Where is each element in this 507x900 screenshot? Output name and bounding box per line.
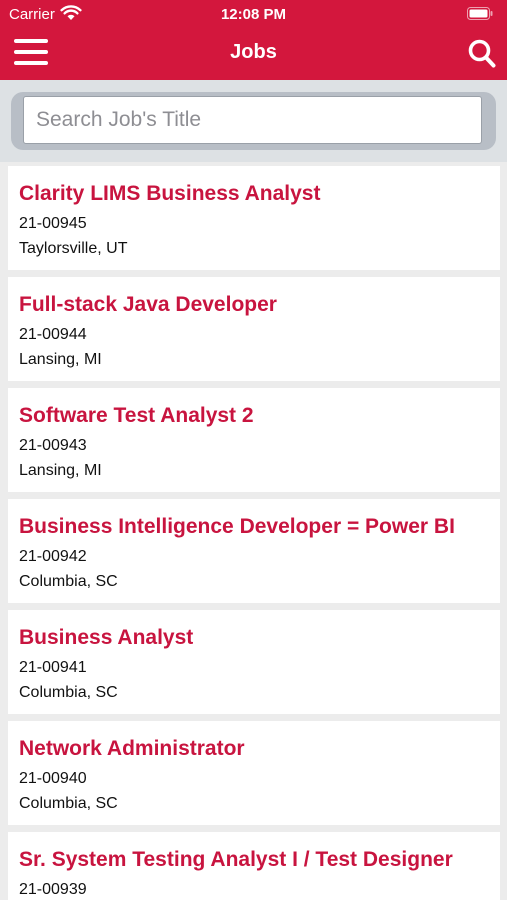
job-title: Network Administrator bbox=[19, 737, 245, 760]
job-title: Clarity LIMS Business Analyst bbox=[19, 182, 321, 205]
job-location: Columbia, SC bbox=[19, 795, 118, 812]
job-title: Business Analyst bbox=[19, 626, 194, 649]
job-card[interactable]: Business Analyst 21-00941 Columbia, SC bbox=[8, 610, 500, 714]
nav-bar: Jobs bbox=[0, 28, 507, 80]
job-title: Business Intelligence Developer = Power … bbox=[19, 515, 455, 538]
search-input[interactable] bbox=[23, 96, 482, 144]
job-id: 21-00943 bbox=[19, 437, 87, 454]
job-location: Lansing, MI bbox=[19, 351, 102, 368]
search-icon[interactable] bbox=[468, 39, 496, 69]
job-card[interactable]: Sr. System Testing Analyst I / Test Desi… bbox=[8, 832, 500, 900]
job-id: 21-00941 bbox=[19, 659, 87, 676]
search-field-frame bbox=[11, 92, 496, 150]
job-id: 21-00944 bbox=[19, 326, 87, 343]
job-id: 21-00939 bbox=[19, 881, 87, 898]
status-bar: Carrier 12:08 PM bbox=[0, 0, 507, 28]
job-card[interactable]: Software Test Analyst 2 21-00943 Lansing… bbox=[8, 388, 500, 492]
battery-icon bbox=[467, 7, 493, 20]
job-location: Lansing, MI bbox=[19, 462, 102, 479]
job-title: Sr. System Testing Analyst I / Test Desi… bbox=[19, 848, 453, 871]
job-card[interactable]: Business Intelligence Developer = Power … bbox=[8, 499, 500, 603]
job-id: 21-00940 bbox=[19, 770, 87, 787]
job-card[interactable]: Network Administrator 21-00940 Columbia,… bbox=[8, 721, 500, 825]
search-bar-container bbox=[0, 80, 507, 162]
job-id: 21-00945 bbox=[19, 215, 87, 232]
status-time: 12:08 PM bbox=[220, 6, 287, 23]
job-location: Columbia, SC bbox=[19, 684, 118, 701]
job-title: Full-stack Java Developer bbox=[19, 293, 277, 316]
page-title: Jobs bbox=[230, 41, 277, 63]
job-location: Columbia, SC bbox=[19, 573, 118, 590]
job-title: Software Test Analyst 2 bbox=[19, 404, 254, 427]
job-card[interactable]: Clarity LIMS Business Analyst 21-00945 T… bbox=[8, 166, 500, 270]
job-card[interactable]: Full-stack Java Developer 21-00944 Lansi… bbox=[8, 277, 500, 381]
job-id: 21-00942 bbox=[19, 548, 87, 565]
job-location: Taylorsville, UT bbox=[19, 240, 128, 257]
